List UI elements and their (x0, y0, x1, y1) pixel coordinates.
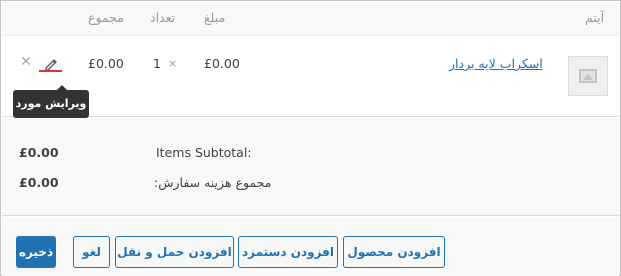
item-total: £0.00 (88, 56, 124, 71)
item-cost: £0.00 (204, 56, 240, 71)
delete-item-button[interactable]: ✕ (18, 54, 34, 70)
item-quantity: 1 (153, 56, 161, 71)
column-header-cost: مبلغ (204, 10, 226, 25)
cancel-button[interactable]: لغو (73, 236, 110, 268)
order-items-panel: آیتم مبلغ تعداد مجموع اسکراب لایه بردار … (0, 0, 621, 276)
close-icon: ✕ (20, 54, 32, 70)
order-totals: £0.00 Items Subtotal: £0.00 مجموع هزینه … (2, 118, 619, 216)
items-subtotal-label: Items Subtotal: (156, 145, 252, 160)
image-placeholder-icon (579, 69, 597, 83)
product-thumbnail (568, 56, 608, 96)
add-fee-button[interactable]: افزودن دستمزد (238, 236, 338, 268)
order-total-label: مجموع هزینه سفارش: (154, 175, 272, 190)
line-item-row: اسکراب لایه بردار £0.00 × 1 £0.00 ✕ (2, 36, 619, 117)
quantity-times-symbol: × (168, 57, 178, 70)
edit-item-tooltip: ویرایش مورد (13, 85, 89, 118)
items-subtotal-value: £0.00 (19, 145, 59, 160)
items-table-header: آیتم مبلغ تعداد مجموع (2, 2, 619, 36)
product-name-link[interactable]: اسکراب لایه بردار (449, 56, 543, 71)
column-header-item: آیتم (585, 10, 605, 25)
order-actions-bar: ذخیره لغو افزودن حمل و نقل افزودن دستمزد… (2, 217, 619, 276)
add-product-button[interactable]: افزودن محصول (343, 236, 445, 268)
order-total-value: £0.00 (19, 175, 59, 190)
column-header-qty: تعداد (150, 10, 176, 25)
add-shipping-button[interactable]: افزودن حمل و نقل (115, 236, 234, 268)
save-button[interactable]: ذخیره (16, 236, 56, 268)
edit-button-focus-underline (39, 70, 62, 72)
column-header-total: مجموع (88, 10, 124, 25)
